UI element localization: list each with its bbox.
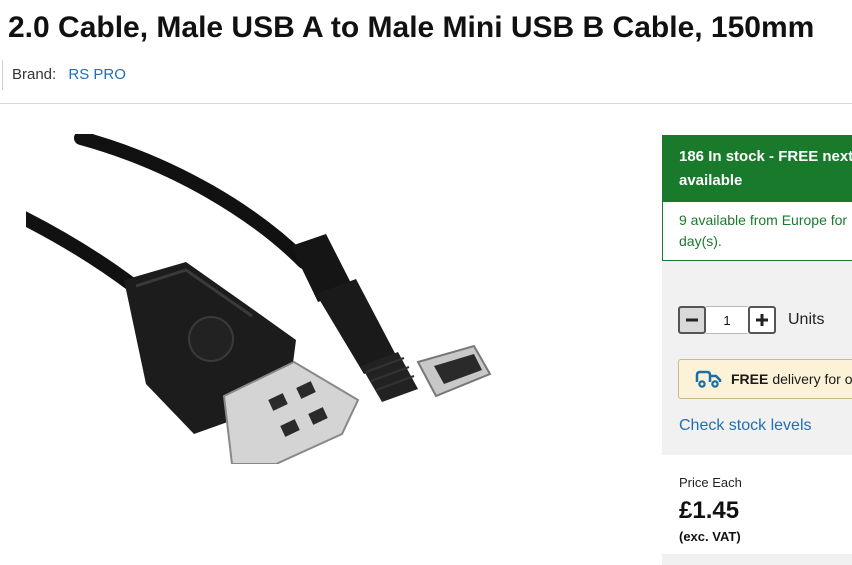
check-stock-levels-link[interactable]: Check stock levels — [679, 417, 812, 435]
brand-label: Brand: — [12, 66, 57, 83]
brand-row: Brand: RS PRO — [2, 60, 126, 90]
delivery-free-label: FREE — [731, 371, 769, 387]
brand-link[interactable]: RS PRO — [68, 66, 126, 83]
delivery-truck-icon — [695, 369, 723, 389]
delivery-banner[interactable]: FREE delivery for or — [678, 359, 852, 399]
stock-header-line2: available — [679, 172, 743, 189]
quantity-increase-button[interactable] — [748, 306, 776, 334]
stock-sub-line1: 9 available from Europe for — [679, 212, 848, 228]
delivery-text: delivery for or — [772, 371, 852, 387]
minus-icon — [686, 318, 698, 322]
header-divider — [0, 103, 852, 104]
stock-subtext: 9 available from Europe for day(s). — [679, 210, 852, 252]
price-area: Price Each £1.45 (exc. VAT) — [662, 455, 852, 554]
price-vat-note: (exc. VAT) — [679, 529, 741, 544]
stock-sub-line2: day(s). — [679, 233, 722, 249]
stock-status-box: 186 In stock - FREE next available 9 ava… — [662, 135, 852, 261]
quantity-input[interactable] — [706, 306, 748, 334]
stock-header: 186 In stock - FREE next available — [663, 136, 852, 202]
quantity-units-label: Units — [788, 311, 825, 328]
price-label: Price Each — [679, 475, 742, 490]
product-title: 2.0 Cable, Male USB A to Male Mini USB B… — [8, 11, 815, 44]
product-image — [12, 131, 496, 465]
quantity-stepper: Units — [678, 304, 824, 336]
stock-header-line1: 186 In stock - FREE next — [679, 148, 852, 165]
price-value: £1.45 — [679, 497, 740, 524]
quantity-decrease-button[interactable] — [678, 306, 706, 334]
plus-icon — [756, 314, 768, 326]
